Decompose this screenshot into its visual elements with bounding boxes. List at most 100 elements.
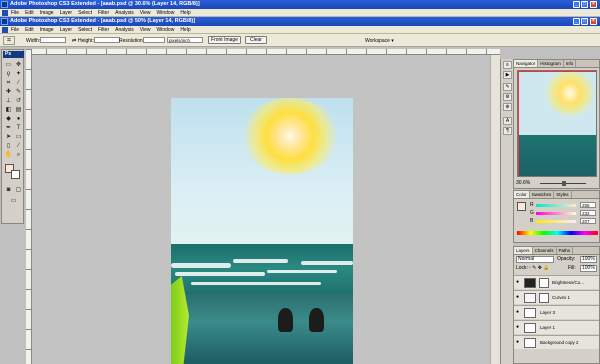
blue-value[interactable]: 207	[580, 218, 596, 224]
hand-tool-icon[interactable]: ✋	[4, 151, 13, 159]
width-field[interactable]	[40, 37, 66, 43]
pen-tool-icon[interactable]: ✒	[4, 124, 13, 132]
menu-select[interactable]: Select	[78, 9, 92, 17]
layer-name[interactable]: Layer 1	[540, 325, 555, 331]
outer-minimize-button[interactable]: _	[573, 1, 580, 8]
dodge-tool-icon[interactable]: ●	[14, 115, 23, 123]
color-foreground-swatch[interactable]	[517, 202, 526, 211]
menu-help[interactable]: Help	[180, 26, 190, 34]
layer-row[interactable]: ● Brightness/Co...	[514, 275, 599, 289]
crop-tool-icon[interactable]: ⌗	[4, 79, 13, 87]
marquee-tool-icon[interactable]: ▭	[4, 61, 13, 69]
layer-name[interactable]: Brightness/Co...	[552, 280, 584, 286]
menu-file[interactable]: File	[11, 26, 19, 34]
background-color-swatch[interactable]	[11, 170, 20, 179]
menu-select[interactable]: Select	[78, 26, 92, 34]
menu-filter[interactable]: Filter	[98, 9, 109, 17]
tab-channels[interactable]: Channels	[533, 247, 557, 254]
swap-icon[interactable]: ⇄	[72, 38, 76, 44]
standard-mode-icon[interactable]: ▢	[14, 186, 23, 194]
eyedropper-icon[interactable]: ⁄	[14, 142, 23, 150]
navigator-thumbnail[interactable]	[517, 70, 597, 177]
layer-row[interactable]: ● Background copy 2	[514, 335, 599, 349]
layer-name[interactable]: Background copy 2	[540, 340, 579, 346]
slice-tool-icon[interactable]: ⁄	[14, 79, 23, 87]
menu-image[interactable]: Image	[40, 9, 54, 17]
height-field[interactable]	[94, 37, 120, 43]
vertical-scrollbar[interactable]	[490, 55, 500, 364]
resolution-field[interactable]	[143, 37, 165, 43]
green-slider[interactable]	[536, 212, 576, 215]
document-canvas[interactable]	[171, 98, 353, 364]
zoom-slider-knob[interactable]	[562, 181, 566, 186]
tab-styles[interactable]: Styles	[554, 191, 572, 198]
resolution-unit-select[interactable]: pixels/inch	[167, 37, 203, 43]
view-box[interactable]	[518, 71, 596, 176]
move-tool-icon[interactable]: ✥	[14, 61, 23, 69]
blur-tool-icon[interactable]: ◆	[4, 115, 13, 123]
zoom-tool-icon[interactable]: ⌕	[14, 151, 23, 159]
crop-tool-icon[interactable]: ⌗	[3, 36, 15, 45]
green-value[interactable]: 232	[580, 210, 596, 216]
menu-analysis[interactable]: Analysis	[115, 26, 134, 34]
screen-mode-icon[interactable]: ▭	[9, 197, 18, 205]
red-value[interactable]: 255	[580, 202, 596, 208]
clear-button[interactable]: Clear	[245, 36, 267, 44]
menu-help[interactable]: Help	[180, 9, 190, 17]
tab-histogram[interactable]: Histogram	[538, 60, 564, 67]
menu-window[interactable]: Window	[157, 26, 175, 34]
menu-edit[interactable]: Edit	[25, 9, 34, 17]
workspace-menu[interactable]: Workspace ▾	[365, 38, 394, 44]
menu-layer[interactable]: Layer	[60, 26, 73, 34]
layer-row[interactable]: ● Layer 1	[514, 320, 599, 334]
type-tool-icon[interactable]: T	[14, 124, 23, 132]
gradient-tool-icon[interactable]: ▤	[14, 106, 23, 114]
magic-wand-icon[interactable]: ✦	[14, 70, 23, 78]
inner-maximize-button[interactable]: □	[581, 18, 588, 25]
brushes-panel-icon[interactable]: ✎	[503, 83, 512, 91]
history-brush-icon[interactable]: ↺	[14, 97, 23, 105]
notes-tool-icon[interactable]: ▯	[4, 142, 13, 150]
layer-name[interactable]: Layer 3	[540, 310, 555, 316]
character-panel-icon[interactable]: A	[503, 117, 512, 125]
layer-row[interactable]: ● Layer 3	[514, 305, 599, 319]
outer-maximize-button[interactable]: □	[581, 1, 588, 8]
tab-layers[interactable]: Layers	[514, 247, 533, 254]
eraser-tool-icon[interactable]: ◧	[4, 106, 13, 114]
tab-navigator[interactable]: Navigator	[514, 60, 539, 67]
history-panel-icon[interactable]: ≡	[503, 61, 512, 69]
tab-paths[interactable]: Paths	[557, 247, 574, 254]
menu-window[interactable]: Window	[157, 9, 175, 17]
front-image-button[interactable]: Front Image	[208, 36, 241, 44]
blue-slider[interactable]	[536, 220, 576, 223]
visibility-eye-icon[interactable]: ●	[516, 295, 521, 300]
paragraph-panel-icon[interactable]: ¶	[503, 127, 512, 135]
lasso-tool-icon[interactable]: ϙ	[4, 70, 13, 78]
zoom-slider[interactable]	[540, 181, 586, 186]
fill-field[interactable]: 100%	[580, 265, 597, 272]
shape-tool-icon[interactable]: ▭	[14, 133, 23, 141]
ps-menu-icon[interactable]	[2, 27, 8, 33]
outer-close-button[interactable]: ×	[590, 1, 597, 8]
actions-panel-icon[interactable]: ▶	[503, 71, 512, 79]
visibility-eye-icon[interactable]: ●	[516, 340, 521, 345]
menu-image[interactable]: Image	[40, 26, 54, 34]
inner-minimize-button[interactable]: _	[573, 18, 580, 25]
zoom-value[interactable]: 30.6%	[516, 180, 530, 186]
menu-filter[interactable]: Filter	[98, 26, 109, 34]
quick-mask-icon[interactable]: ◙	[4, 186, 13, 194]
lock-icons[interactable]: ▫ ✎ ✥ 🔒	[529, 265, 550, 272]
color-spectrum[interactable]	[517, 231, 598, 235]
menu-file[interactable]: File	[11, 9, 19, 17]
clone-source-icon[interactable]: ⊕	[503, 103, 512, 111]
menu-view[interactable]: View	[140, 26, 151, 34]
menu-layer[interactable]: Layer	[60, 9, 73, 17]
tool-presets-icon[interactable]: ⚙	[503, 93, 512, 101]
opacity-field[interactable]: 100%	[580, 256, 597, 263]
tab-swatches[interactable]: Swatches	[530, 191, 555, 198]
layer-name[interactable]: Curves 1	[552, 295, 570, 301]
path-select-icon[interactable]: ➤	[4, 133, 13, 141]
visibility-eye-icon[interactable]: ●	[516, 325, 521, 330]
clone-stamp-icon[interactable]: ⊥	[4, 97, 13, 105]
menu-edit[interactable]: Edit	[25, 26, 34, 34]
